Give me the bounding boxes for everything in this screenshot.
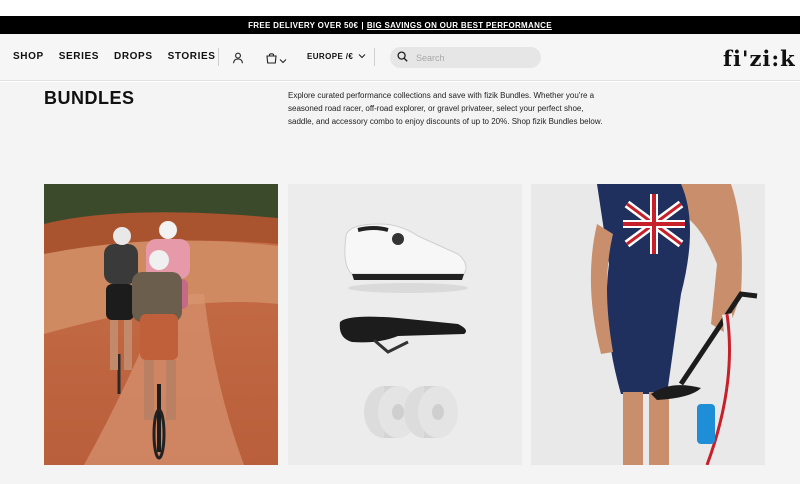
chevron-down-icon: [358, 52, 366, 61]
bundle-card-gravel[interactable]: [44, 184, 278, 465]
user-icon[interactable]: [232, 51, 244, 64]
nav-item-shop[interactable]: SHOP: [13, 51, 44, 62]
region-selector[interactable]: EUROPE /€: [307, 52, 366, 61]
fizik-logo[interactable]: fi'zi:k: [723, 46, 796, 71]
nav-item-series[interactable]: SERIES: [59, 51, 99, 62]
search-box[interactable]: [390, 47, 541, 68]
intro-text: Explore curated performance collections …: [288, 91, 603, 126]
cart-button[interactable]: [266, 51, 287, 69]
bundle-card-products[interactable]: [288, 184, 522, 465]
search-input[interactable]: [416, 52, 526, 63]
search-divider: [374, 48, 375, 66]
product-bundle-image: [288, 184, 522, 465]
nav-item-drops[interactable]: DROPS: [114, 51, 153, 62]
nav-item-stories[interactable]: STORIES: [168, 51, 216, 62]
gravel-riders-image: [44, 184, 278, 465]
promo-text: FREE DELIVERY OVER 50€: [248, 20, 359, 30]
bundles-section: BUNDLES Explore curated performance coll…: [0, 82, 800, 484]
page-title: BUNDLES: [44, 88, 135, 108]
page: FREE DELIVERY OVER 50€ | BIG SAVINGS ON …: [0, 0, 800, 484]
region-label: EUROPE /€: [307, 52, 354, 61]
bar-tape-image: [364, 386, 458, 438]
triathlete-image: [531, 184, 765, 465]
bundle-card-triathlon[interactable]: [531, 184, 765, 465]
search-icon[interactable]: [397, 49, 408, 67]
promo-bar: FREE DELIVERY OVER 50€ | BIG SAVINGS ON …: [0, 16, 800, 34]
chevron-down-icon: [279, 51, 287, 69]
site-header: SHOP SERIES DROPS STORIES EUROPE /€ Sear…: [0, 34, 800, 81]
main-nav: SHOP SERIES DROPS STORIES: [13, 51, 216, 62]
bag-icon: [266, 51, 277, 69]
promo-link[interactable]: BIG SAVINGS ON OUR BEST PERFORMANCE: [367, 21, 552, 30]
promo-separator: |: [361, 20, 364, 30]
nav-divider: [218, 48, 219, 66]
